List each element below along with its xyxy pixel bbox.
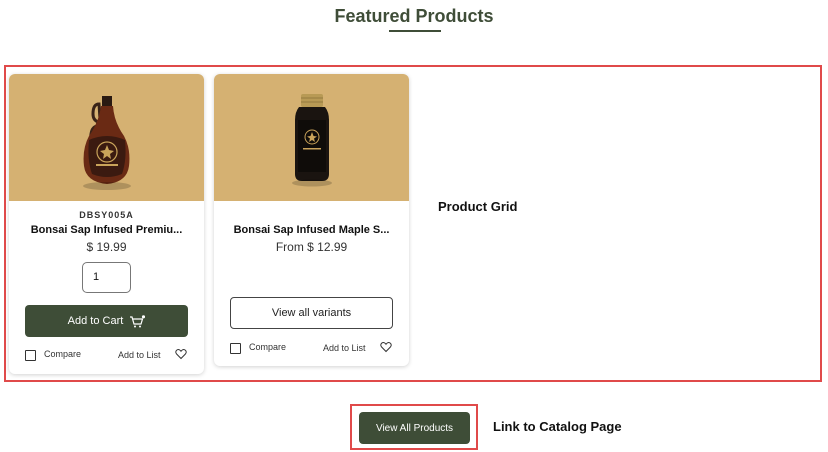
heart-icon[interactable] <box>380 341 392 353</box>
heart-icon[interactable] <box>175 348 187 360</box>
product-price: $ 19.99 <box>86 240 127 254</box>
compare-checkbox[interactable] <box>25 350 36 361</box>
compare-row: Compare Add to List <box>214 341 409 355</box>
maple-syrup-bottle-image <box>83 96 131 190</box>
product-image[interactable] <box>9 74 204 201</box>
product-card: Bonsai Sap Infused Maple S... From $ 12.… <box>214 74 409 366</box>
product-grid-annotation-label: Product Grid <box>438 199 518 214</box>
compare-label[interactable]: Compare <box>249 342 286 352</box>
add-to-cart-button[interactable]: Add to Cart <box>25 305 188 337</box>
cart-icon <box>130 314 146 327</box>
add-to-list-link[interactable]: Add to List <box>323 343 366 353</box>
quantity-input[interactable]: 1 <box>82 262 131 293</box>
add-to-cart-label: Add to Cart <box>67 315 124 327</box>
section-title: Featured Products <box>334 6 494 26</box>
product-image[interactable] <box>214 74 409 201</box>
product-card: DBSY005A Bonsai Sap Infused Premiu... $ … <box>9 74 204 374</box>
title-underline <box>389 30 441 32</box>
product-sku: DBSY005A <box>79 210 134 220</box>
view-all-variants-button[interactable]: View all variants <box>230 297 393 329</box>
view-all-products-button[interactable]: View All Products <box>359 412 470 444</box>
catalog-link-annotation-label: Link to Catalog Page <box>493 419 622 434</box>
maple-syrup-jar-image <box>292 94 332 187</box>
product-name[interactable]: Bonsai Sap Infused Maple S... <box>214 224 409 236</box>
product-name[interactable]: Bonsai Sap Infused Premiu... <box>9 224 204 236</box>
compare-label[interactable]: Compare <box>44 349 81 359</box>
compare-checkbox[interactable] <box>230 343 241 354</box>
product-price: From $ 12.99 <box>275 240 348 254</box>
add-to-list-link[interactable]: Add to List <box>118 350 161 360</box>
compare-row: Compare Add to List <box>9 348 204 362</box>
